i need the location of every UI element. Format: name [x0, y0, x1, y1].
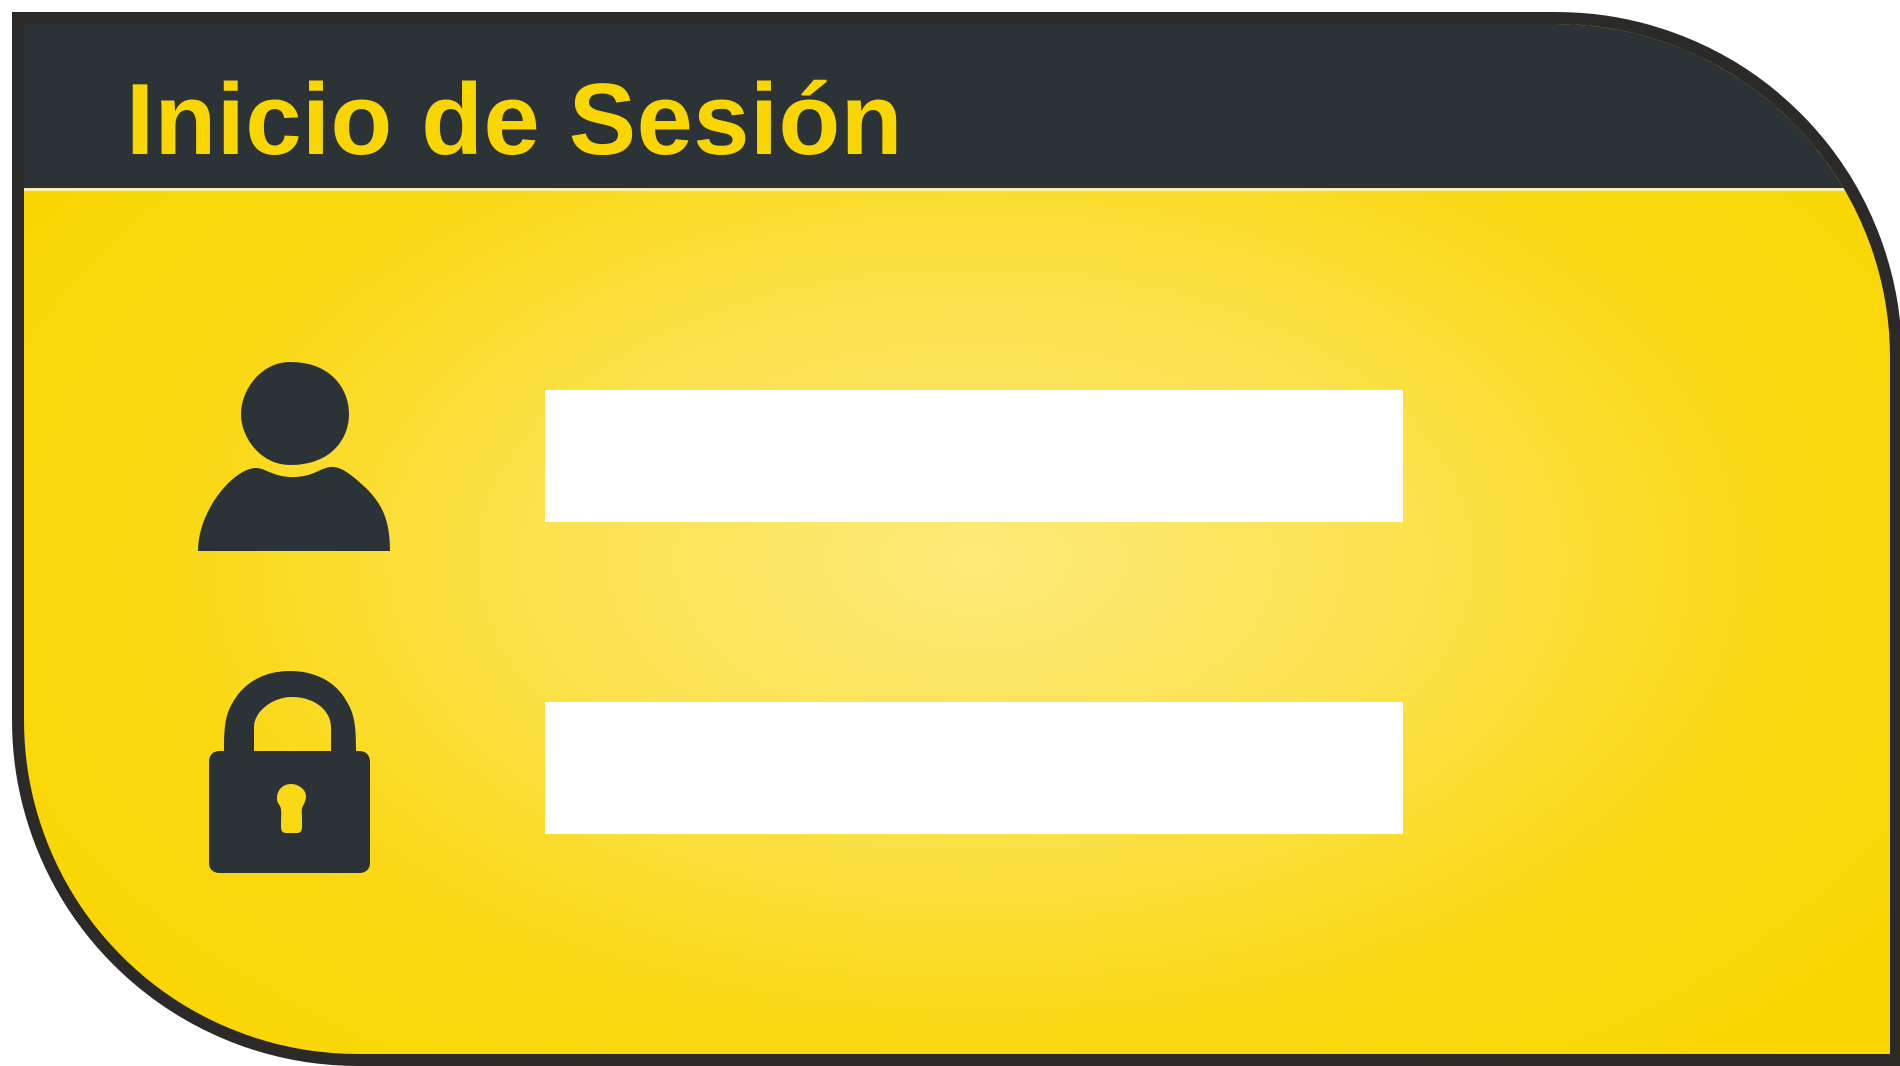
page-title: Inicio de Sesión: [126, 64, 903, 176]
password-field[interactable]: [545, 702, 1403, 834]
user-icon: [198, 360, 394, 560]
username-field[interactable]: [545, 390, 1403, 522]
login-card: Inicio de Sesión: [12, 12, 1900, 1066]
header-bar: Inicio de Sesión: [24, 24, 1890, 191]
lock-icon: [208, 652, 388, 880]
